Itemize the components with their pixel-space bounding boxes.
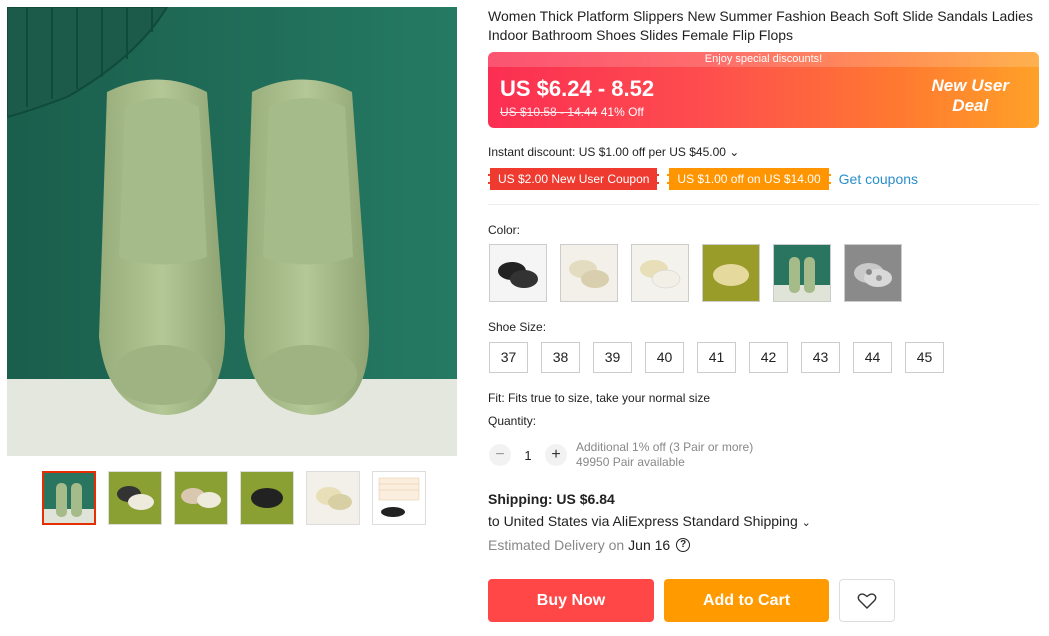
discount-percent: 41% Off xyxy=(600,105,644,119)
new-user-line1: New User xyxy=(931,76,1009,95)
quantity-info: Additional 1% off (3 Pair or more) 49950… xyxy=(576,440,753,470)
size-option[interactable]: 45 xyxy=(905,342,944,373)
estimated-delivery-date: Jun 16 xyxy=(628,537,671,553)
quantity-decrease-button[interactable]: − xyxy=(489,444,511,466)
color-label: Color: xyxy=(488,223,521,237)
instant-discount[interactable]: Instant discount: US $1.00 off per US $4… xyxy=(488,145,739,159)
price-banner: Enjoy special discounts! US $6.24 - 8.52… xyxy=(488,52,1039,128)
thumbnail-5[interactable] xyxy=(306,471,360,525)
size-option[interactable]: 41 xyxy=(697,342,736,373)
original-price-row: US $10.58 - 14.44 41% Off xyxy=(500,105,644,119)
shipping-method-text: to United States via AliExpress Standard… xyxy=(488,513,798,529)
banner-top-text: Enjoy special discounts! xyxy=(488,52,1039,67)
size-label: Shoe Size: xyxy=(488,320,547,334)
divider xyxy=(488,204,1039,205)
thumbnail-1[interactable] xyxy=(42,471,96,525)
estimated-delivery: Estimated Delivery on Jun 16 ? xyxy=(488,537,691,553)
chevron-down-icon: ⌄ xyxy=(729,145,740,159)
color-swatch-grey-camo[interactable] xyxy=(844,244,902,302)
original-price: US $10.58 - 14.44 xyxy=(500,105,598,119)
size-option[interactable]: 42 xyxy=(749,342,788,373)
product-info: Women Thick Platform Slippers New Summer… xyxy=(488,7,1040,622)
quantity-input[interactable]: 1 xyxy=(511,448,545,463)
get-coupons-link[interactable]: Get coupons xyxy=(839,171,918,187)
bulk-discount-text: Additional 1% off (3 Pair or more) xyxy=(576,440,754,454)
quantity-increase-button[interactable]: + xyxy=(545,444,567,466)
quantity-label: Quantity: xyxy=(488,414,537,428)
size-option[interactable]: 39 xyxy=(593,342,632,373)
color-swatch-beige[interactable] xyxy=(560,244,618,302)
main-product-image[interactable] xyxy=(7,7,457,456)
size-option[interactable]: 44 xyxy=(853,342,892,373)
price-range: US $6.24 - 8.52 xyxy=(500,76,655,101)
new-user-coupon[interactable]: US $2.00 New User Coupon xyxy=(488,168,660,190)
help-icon[interactable]: ? xyxy=(676,538,691,552)
color-swatch-beige-white[interactable] xyxy=(631,244,689,302)
fit-note: Fit: Fits true to size, take your normal… xyxy=(488,391,711,405)
color-swatch-olive[interactable] xyxy=(702,244,760,302)
shipping-price: Shipping: US $6.84 xyxy=(488,491,615,507)
thumbnail-strip xyxy=(42,471,426,525)
wishlist-button[interactable] xyxy=(839,579,895,622)
size-option[interactable]: 37 xyxy=(489,342,528,373)
store-coupon[interactable]: US $1.00 off on US $14.00 xyxy=(667,168,831,190)
stock-available-text: 49950 Pair available xyxy=(576,455,685,469)
thumbnail-2[interactable] xyxy=(108,471,162,525)
add-to-cart-button[interactable]: Add to Cart xyxy=(664,579,829,622)
quantity-stepper: − 1 + Additional 1% off (3 Pair or more)… xyxy=(489,440,753,470)
color-swatch-green[interactable] xyxy=(773,244,831,302)
thumbnail-6-size-chart[interactable] xyxy=(372,471,426,525)
estimated-delivery-label: Estimated Delivery on xyxy=(488,537,625,553)
shipping-method[interactable]: to United States via AliExpress Standard… xyxy=(488,513,811,529)
thumbnail-3[interactable] xyxy=(174,471,228,525)
product-title: Women Thick Platform Slippers New Summer… xyxy=(488,8,1033,43)
chevron-down-icon: ⌄ xyxy=(801,517,811,529)
size-option[interactable]: 40 xyxy=(645,342,684,373)
color-swatches xyxy=(489,244,902,302)
new-user-deal-badge: New User Deal xyxy=(932,76,1009,116)
size-option[interactable]: 38 xyxy=(541,342,580,373)
new-user-line2: Deal xyxy=(952,96,989,115)
color-swatch-black[interactable] xyxy=(489,244,547,302)
thumbnail-4[interactable] xyxy=(240,471,294,525)
coupon-row: US $2.00 New User Coupon US $1.00 off on… xyxy=(488,168,918,190)
heart-icon xyxy=(857,592,877,609)
buy-now-button[interactable]: Buy Now xyxy=(488,579,654,622)
size-options: 37 38 39 40 41 42 43 44 45 xyxy=(489,342,944,373)
size-option[interactable]: 43 xyxy=(801,342,840,373)
instant-discount-text: Instant discount: US $1.00 off per US $4… xyxy=(488,145,726,159)
